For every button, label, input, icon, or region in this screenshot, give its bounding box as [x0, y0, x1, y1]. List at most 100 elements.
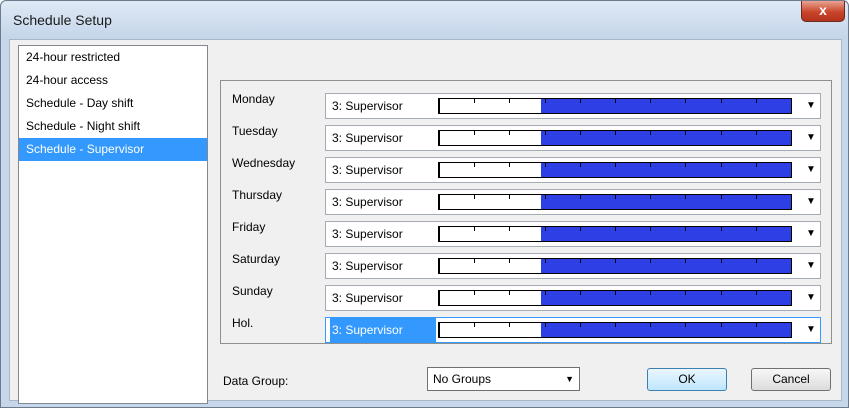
- timeline-tick: [439, 163, 440, 177]
- day-label: Saturday: [232, 252, 281, 266]
- timeline-tick: [720, 163, 722, 167]
- schedule-list[interactable]: 24-hour restricted 24-hour access Schedule…: [18, 45, 208, 404]
- timeline-tick: [544, 195, 546, 199]
- chevron-down-icon[interactable]: ▼: [803, 222, 819, 246]
- access-level-value: 3: Supervisor: [332, 195, 403, 209]
- timeline-tick: [509, 163, 511, 167]
- timeline-tick: [720, 131, 722, 135]
- day-label: Monday: [232, 92, 275, 106]
- timeline-tick: [579, 163, 581, 167]
- day-row: Sunday 3: Supervisor ▼: [221, 280, 831, 311]
- timeline-tick: [544, 323, 546, 327]
- timeline-tick: [685, 131, 687, 135]
- timeline-tick: [544, 259, 546, 263]
- chevron-down-icon: ▼: [565, 374, 574, 384]
- day-schedule-dropdown[interactable]: 3: Supervisor ▼: [325, 285, 821, 311]
- timeline-tick: [509, 259, 511, 263]
- timeline-tick: [755, 195, 757, 199]
- timeline-tick: [755, 259, 757, 263]
- timeline-tick: [650, 291, 652, 295]
- schedule-active-fill: [541, 163, 791, 177]
- cancel-button[interactable]: Cancel: [751, 368, 831, 391]
- day-row: Thursday 3: Supervisor ▼: [221, 184, 831, 215]
- timeline-tick: [615, 259, 616, 263]
- access-level-value: 3: Supervisor: [332, 259, 403, 273]
- day-row: Hol. 3: Supervisor ▼: [221, 312, 831, 343]
- timeline-tick: [474, 163, 476, 167]
- day-schedule-dropdown[interactable]: 3: Supervisor ▼: [325, 221, 821, 247]
- schedule-list-item[interactable]: 24-hour access: [19, 69, 207, 92]
- timeline-tick: [439, 291, 440, 305]
- timeline-tick: [685, 291, 687, 295]
- timeline-tick: [615, 323, 616, 327]
- day-schedule-dropdown[interactable]: 3: Supervisor ▼: [325, 157, 821, 183]
- timeline-tick: [650, 99, 652, 103]
- timeline-tick: [579, 195, 581, 199]
- day-row: Wednesday 3: Supervisor ▼: [221, 152, 831, 183]
- chevron-down-icon[interactable]: ▼: [803, 94, 819, 118]
- timeline-tick: [579, 131, 581, 135]
- timeline-tick: [509, 195, 511, 199]
- chevron-down-icon[interactable]: ▼: [803, 190, 819, 214]
- schedule-list-item[interactable]: Schedule - Supervisor: [19, 138, 207, 161]
- close-button[interactable]: x: [801, 1, 845, 22]
- chevron-down-icon[interactable]: ▼: [803, 254, 819, 278]
- timeline-tick: [509, 131, 511, 135]
- day-schedule-dropdown[interactable]: 3: Supervisor ▼: [325, 125, 821, 151]
- timeline-tick: [615, 227, 616, 231]
- data-group-select[interactable]: No Groups ▼: [427, 367, 580, 391]
- timeline-tick: [650, 163, 652, 167]
- day-label: Friday: [232, 220, 266, 234]
- timeline-tick: [755, 291, 757, 295]
- timeline-tick: [650, 195, 652, 199]
- timeline-tick: [650, 259, 652, 263]
- timeline-tick: [474, 291, 476, 295]
- day-schedule-dropdown[interactable]: 3: Supervisor ▼: [325, 317, 821, 343]
- timeline-tick: [439, 195, 440, 209]
- schedule-timeline: [438, 290, 792, 306]
- timeline-tick: [579, 323, 581, 327]
- day-label: Sunday: [232, 284, 273, 298]
- timeline-tick: [474, 323, 476, 327]
- schedule-timeline: [438, 194, 792, 210]
- timeline-tick: [579, 291, 581, 295]
- day-schedule-dropdown[interactable]: 3: Supervisor ▼: [325, 189, 821, 215]
- timeline-tick: [720, 259, 722, 263]
- timeline-tick: [720, 291, 722, 295]
- close-icon: x: [819, 2, 827, 18]
- timeline-tick: [720, 227, 722, 231]
- timeline-tick: [439, 227, 440, 241]
- timeline-tick: [685, 163, 687, 167]
- days-panel: Monday 3: Supervisor ▼ Tuesday 3: Supervisor…: [220, 80, 832, 344]
- schedule-list-item[interactable]: Schedule - Day shift: [19, 92, 207, 115]
- day-label: Hol.: [232, 316, 254, 330]
- window-title: Schedule Setup: [13, 12, 112, 28]
- schedule-timeline: [438, 162, 792, 178]
- timeline-tick: [474, 227, 476, 231]
- timeline-tick: [509, 227, 511, 231]
- chevron-down-icon[interactable]: ▼: [803, 126, 819, 150]
- timeline-tick: [720, 195, 722, 199]
- schedule-list-item[interactable]: Schedule - Night shift: [19, 115, 207, 138]
- chevron-down-icon[interactable]: ▼: [803, 286, 819, 310]
- schedule-list-item[interactable]: 24-hour restricted: [19, 46, 207, 69]
- timeline-tick: [509, 99, 511, 103]
- schedule-active-fill: [541, 227, 791, 241]
- day-row: Tuesday 3: Supervisor ▼: [221, 120, 831, 151]
- timeline-tick: [755, 227, 757, 231]
- schedule-active-fill: [541, 291, 791, 305]
- day-schedule-dropdown[interactable]: 3: Supervisor ▼: [325, 253, 821, 279]
- day-row: Saturday 3: Supervisor ▼: [221, 248, 831, 279]
- day-label: Wednesday: [232, 156, 296, 170]
- chevron-down-icon[interactable]: ▼: [803, 158, 819, 182]
- access-level-value: 3: Supervisor: [332, 291, 403, 305]
- access-level-value: 3: Supervisor: [332, 131, 403, 145]
- timeline-tick: [755, 163, 757, 167]
- timeline-tick: [685, 323, 687, 327]
- ok-button[interactable]: OK: [647, 368, 727, 391]
- data-group-value: No Groups: [433, 372, 492, 386]
- chevron-down-icon[interactable]: ▼: [803, 318, 819, 342]
- timeline-tick: [720, 99, 722, 103]
- title-bar[interactable]: Schedule Setup x: [1, 1, 848, 39]
- day-schedule-dropdown[interactable]: 3: Supervisor ▼: [325, 93, 821, 119]
